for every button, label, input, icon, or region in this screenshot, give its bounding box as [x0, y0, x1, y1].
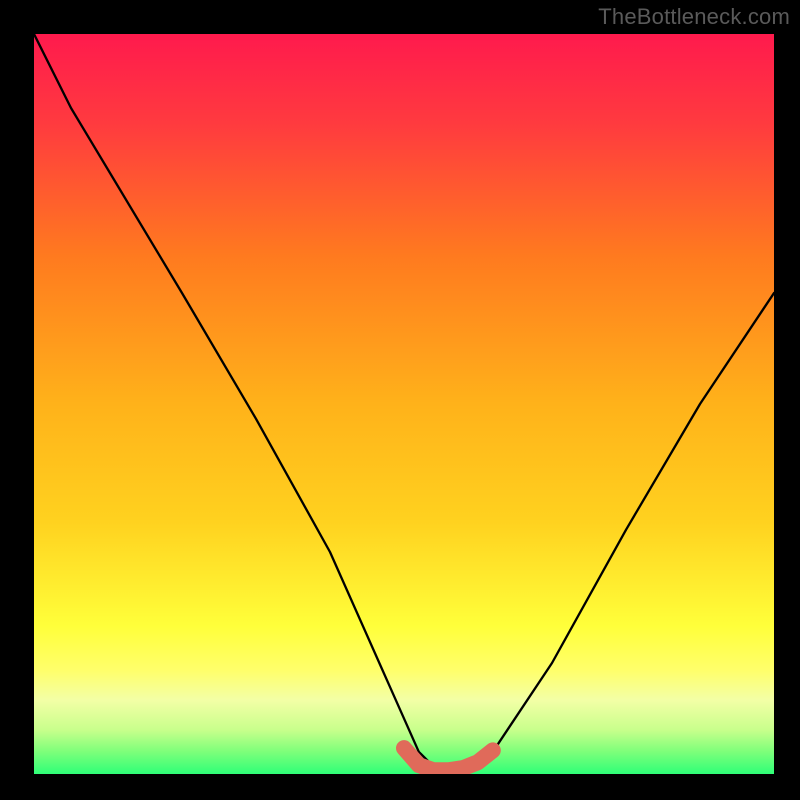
chart-stage: TheBottleneck.com: [0, 0, 800, 800]
chart-svg: [34, 34, 774, 774]
watermark-text: TheBottleneck.com: [598, 4, 790, 30]
plot-area: [34, 34, 774, 774]
gradient-background: [34, 34, 774, 774]
